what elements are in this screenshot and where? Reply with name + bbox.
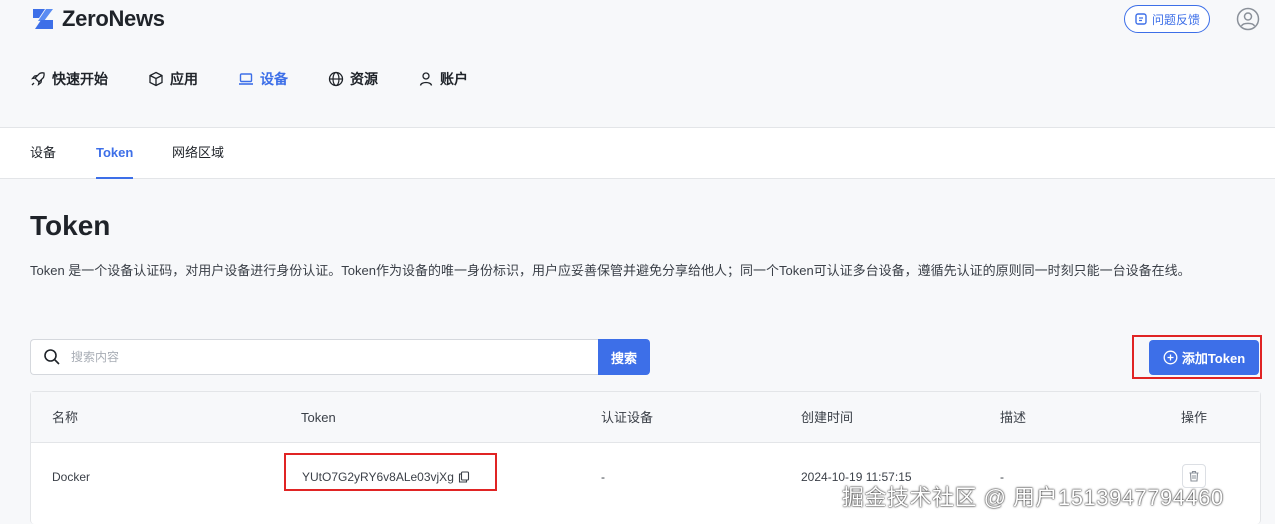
column-header: 操作 — [1181, 410, 1208, 425]
tab-token[interactable]: Token — [96, 128, 134, 179]
watermark-text: 掘金技术社区 @ 用户1513947794460 — [842, 485, 1224, 510]
add-token-label: 添加Token — [1181, 351, 1246, 366]
tab-network-zone[interactable]: 网络区域 — [172, 128, 224, 179]
search-input[interactable] — [71, 350, 571, 364]
sub-tabs: 设备 Token 网络区域 — [0, 128, 1275, 179]
nav-item-resources[interactable]: 资源 — [328, 68, 378, 90]
main-nav: 快速开始 应用 设备 资源 账户 — [30, 68, 508, 90]
nav-label: 设备 — [260, 71, 288, 87]
laptop-icon — [239, 73, 253, 85]
nav-item-quickstart[interactable]: 快速开始 — [30, 68, 108, 90]
column-header: 名称 — [52, 410, 79, 425]
rocket-icon — [31, 72, 45, 86]
annotation-highlight-box — [284, 453, 497, 491]
column-header: Token — [301, 410, 336, 425]
add-token-button[interactable]: 添加Token — [1149, 340, 1259, 375]
page-title: Token — [30, 210, 111, 241]
nav-item-devices[interactable]: 设备 — [238, 68, 288, 90]
nav-item-account[interactable]: 账户 — [418, 68, 468, 90]
cell-name: Docker — [52, 470, 91, 484]
user-icon — [419, 72, 433, 86]
globe-icon — [328, 71, 344, 87]
plus-circle-icon — [1163, 350, 1178, 365]
brand-logo[interactable]: ZeroNews — [30, 6, 165, 32]
search-icon — [44, 349, 60, 365]
feedback-icon — [1135, 13, 1147, 25]
nav-label: 资源 — [350, 71, 378, 87]
column-header: 描述 — [1000, 410, 1027, 425]
feedback-label: 问题反馈 — [1151, 12, 1200, 27]
column-header: 创建时间 — [801, 410, 854, 425]
page-description: Token 是一个设备认证码，对用户设备进行身份认证。Token作为设备的唯一身… — [30, 263, 1191, 278]
nav-label: 快速开始 — [52, 71, 108, 87]
nav-label: 应用 — [170, 71, 198, 87]
column-header: 认证设备 — [601, 410, 654, 425]
feedback-button[interactable]: 问题反馈 — [1124, 5, 1210, 33]
nav-item-apps[interactable]: 应用 — [148, 68, 198, 90]
table-header: 名称 Token 认证设备 创建时间 描述 操作 — [31, 392, 1260, 443]
tab-devices[interactable]: 设备 — [30, 128, 56, 179]
top-header: ZeroNews 问题反馈 快速开始 应用 设备 资源 账户 — [0, 0, 1275, 128]
cube-icon — [149, 71, 163, 87]
brand-name: ZeroNews — [62, 6, 165, 31]
nav-label: 账户 — [440, 71, 468, 87]
cell-device: - — [601, 470, 605, 484]
search-box — [30, 339, 598, 375]
zeronews-logo-icon — [33, 9, 53, 29]
search-button[interactable]: 搜索 — [598, 339, 650, 375]
user-avatar-icon[interactable] — [1236, 7, 1260, 31]
